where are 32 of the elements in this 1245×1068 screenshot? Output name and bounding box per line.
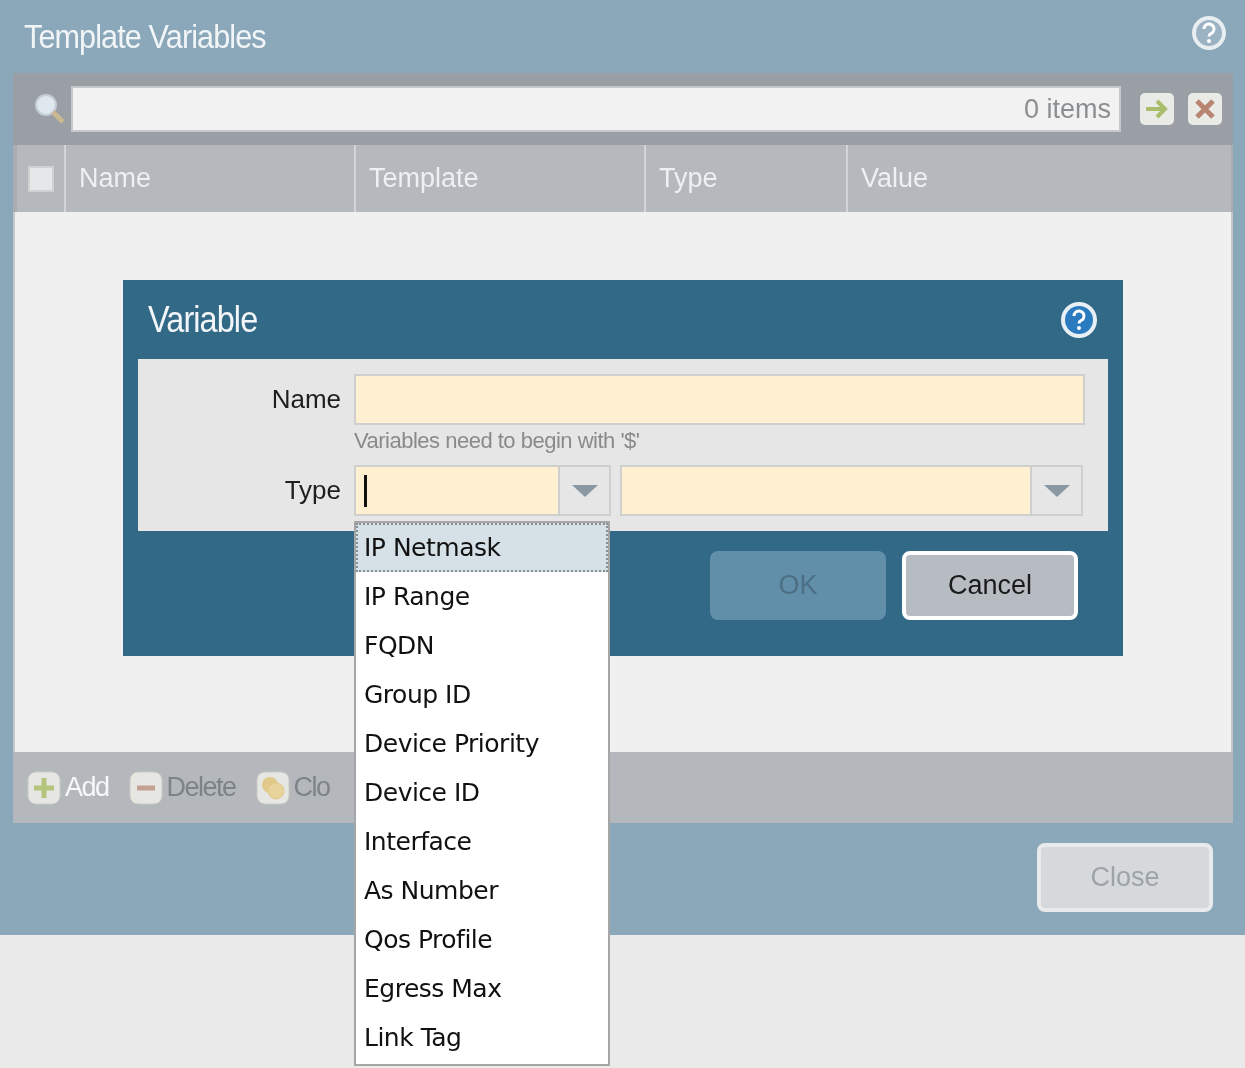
dialog-title: Variable xyxy=(148,298,258,341)
search-field[interactable]: 0 items xyxy=(71,86,1121,132)
cancel-button[interactable]: Cancel xyxy=(902,551,1078,620)
dropdown-arrow-icon xyxy=(570,483,599,498)
dropdown-option[interactable]: IP Range xyxy=(356,572,608,621)
minus-icon xyxy=(128,770,163,805)
name-field[interactable] xyxy=(354,374,1085,425)
dropdown-option[interactable]: Device Priority xyxy=(356,719,608,768)
window-title: Template Variables xyxy=(24,17,266,56)
field-label: Name xyxy=(270,384,341,415)
circles-icon xyxy=(255,770,290,805)
field-label: Type xyxy=(283,475,341,506)
text-cursor xyxy=(364,474,367,507)
select-all-checkbox[interactable] xyxy=(27,165,54,192)
dropdown-option[interactable]: Device ID xyxy=(356,768,608,817)
dropdown-option[interactable]: IP Netmask xyxy=(356,523,608,572)
dropdown-option[interactable]: Qos Profile xyxy=(356,915,608,964)
dropdown-option[interactable]: Egress Max xyxy=(356,964,608,1013)
help-icon[interactable] xyxy=(1191,14,1227,51)
dropdown-option[interactable]: As Number xyxy=(356,866,608,915)
type-combo[interactable] xyxy=(354,465,611,516)
dropdown-option[interactable]: Link Tag xyxy=(356,1013,608,1062)
clear-filter-icon[interactable] xyxy=(1187,92,1223,126)
dropdown-option[interactable]: Group ID xyxy=(356,670,608,719)
apply-filter-icon[interactable] xyxy=(1139,92,1175,126)
hint-text: Variables need to begin with '$' xyxy=(354,428,640,453)
plus-icon xyxy=(27,770,61,805)
dropdown-arrow-icon xyxy=(1042,483,1071,498)
dropdown-option[interactable]: FQDN xyxy=(356,621,608,670)
value-combo[interactable] xyxy=(620,465,1083,516)
dropdown-option[interactable]: Interface xyxy=(356,817,608,866)
help-icon[interactable] xyxy=(1060,300,1098,339)
